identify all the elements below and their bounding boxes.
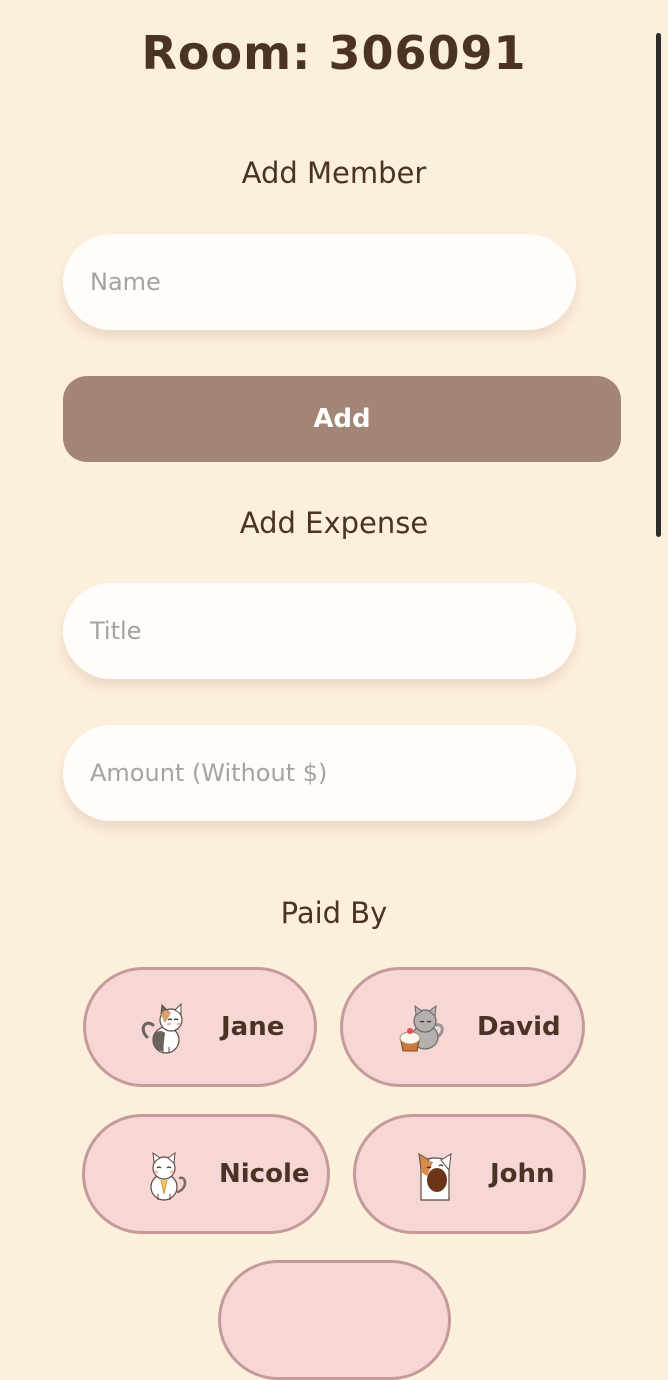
add-expense-heading: Add Expense: [239, 506, 429, 540]
expense-amount-input[interactable]: [63, 725, 576, 821]
member-name-david: David: [477, 1012, 561, 1042]
member-name-input[interactable]: [63, 234, 576, 330]
member-pill-nicole[interactable]: Nicole: [82, 1114, 330, 1234]
member-name-jane: Jane: [221, 1012, 285, 1042]
scrollbar[interactable]: [656, 33, 661, 537]
member-name-nicole: Nicole: [219, 1159, 310, 1189]
paid-by-heading: Paid By: [280, 896, 388, 930]
member-name-john: John: [490, 1159, 555, 1189]
member-pill-partial[interactable]: [218, 1260, 451, 1380]
expense-title-input[interactable]: [63, 583, 576, 679]
add-member-heading: Add Member: [241, 156, 427, 190]
white-cat-icon: [150, 1151, 187, 1201]
gray-cat-cupcake-icon: [399, 1004, 444, 1052]
calico-cat-icon: [141, 1003, 183, 1054]
add-member-button[interactable]: Add: [63, 376, 621, 462]
room-title: Room: 306091: [141, 26, 527, 80]
member-pill-jane[interactable]: Jane: [83, 967, 317, 1087]
member-pill-john[interactable]: John: [353, 1114, 586, 1234]
member-pill-david[interactable]: David: [340, 967, 585, 1087]
cat-eating-icon: [418, 1153, 452, 1201]
